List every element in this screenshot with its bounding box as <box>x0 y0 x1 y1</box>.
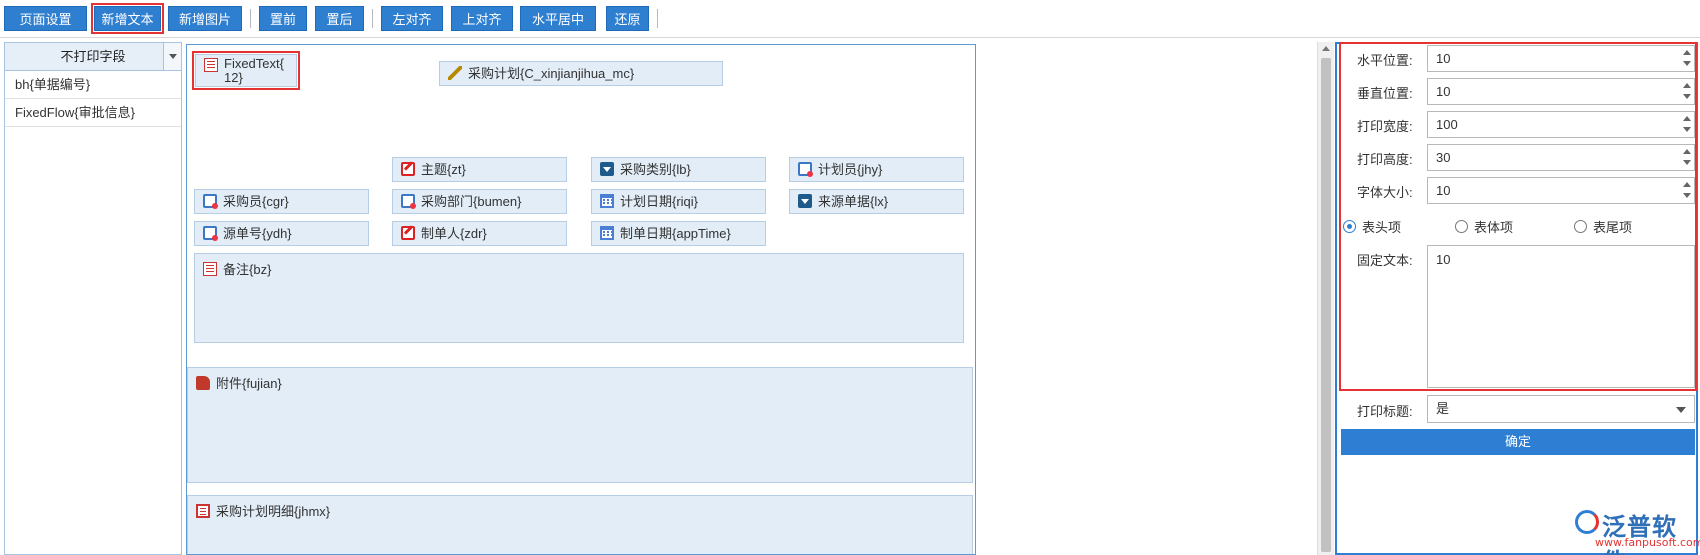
user-icon <box>203 194 218 209</box>
add-text-button[interactable]: 新增文本 <box>91 3 164 34</box>
list-item[interactable]: bh{单据编号} <box>5 71 181 99</box>
font-size-row: 字体大小: 10 <box>1341 176 1695 204</box>
font-size-input[interactable]: 10 <box>1427 177 1695 204</box>
toolbar: 页面设置 新增文本 新增图片 置前 置后 左对齐 上对齐 水平居中 还原 <box>0 0 1700 38</box>
v-position-row: 垂直位置: 10 <box>1341 77 1695 105</box>
print-width-input[interactable]: 100 <box>1427 111 1695 138</box>
field-subject[interactable]: 主题{zt} <box>392 157 567 182</box>
attachment-icon <box>196 376 210 390</box>
spinner-icon[interactable] <box>1682 148 1692 168</box>
calendar-icon <box>600 194 614 208</box>
field-planner[interactable]: 计划员{jhy} <box>789 157 964 182</box>
chevron-down-icon[interactable] <box>1676 407 1686 413</box>
dropdown-icon <box>600 162 614 176</box>
scrollbar-thumb[interactable] <box>1321 58 1331 552</box>
field-attachment[interactable]: 附件{fujian} <box>187 367 973 483</box>
spinner-icon[interactable] <box>1682 181 1692 201</box>
field-plan-name[interactable]: 采购计划{C_xinjianjihua_mc} <box>439 61 723 86</box>
list-icon <box>196 504 210 518</box>
user-icon <box>798 162 813 177</box>
v-position-input[interactable]: 10 <box>1427 78 1695 105</box>
radio-icon[interactable] <box>1455 220 1468 233</box>
field-remark[interactable]: 备注{bz} <box>194 253 964 343</box>
pen-icon <box>448 66 462 80</box>
radio-icon[interactable] <box>1574 220 1587 233</box>
logo-mark-icon <box>1575 510 1599 534</box>
align-top-button[interactable]: 上对齐 <box>451 6 513 31</box>
spinner-icon[interactable] <box>1682 115 1692 135</box>
radio-header[interactable]: 表头项 <box>1343 217 1401 236</box>
print-width-row: 打印宽度: 100 <box>1341 110 1695 138</box>
properties-group: 水平位置: 10 垂直位置: 10 打印宽度: 100 打印高度: 30 字体大… <box>1339 42 1697 391</box>
print-height-label: 打印高度: <box>1357 152 1413 167</box>
field-source[interactable]: 来源单据{lx} <box>789 189 964 214</box>
scroll-up-icon[interactable] <box>1322 46 1330 51</box>
field-source-no[interactable]: 源单号{ydh} <box>194 221 369 246</box>
field-plan-date[interactable]: 计划日期{riqi} <box>591 189 766 214</box>
text-icon <box>204 58 218 72</box>
field-create-date[interactable]: 制单日期{appTime} <box>591 221 766 246</box>
vertical-scrollbar[interactable] <box>1317 42 1334 555</box>
field-buyer[interactable]: 采购员{cgr} <box>194 189 369 214</box>
restore-button[interactable]: 还原 <box>606 6 649 31</box>
h-position-label: 水平位置: <box>1357 53 1413 68</box>
panel-header: 不打印字段 <box>5 43 181 71</box>
add-image-button[interactable]: 新增图片 <box>168 6 242 31</box>
user-icon <box>203 226 218 241</box>
toolbar-separator <box>250 9 251 28</box>
h-position-input[interactable]: 10 <box>1427 45 1695 72</box>
fixed-text-field[interactable]: FixedText{ 12} <box>192 51 300 90</box>
design-canvas[interactable]: FixedText{ 12} 采购计划{C_xinjianjihua_mc} 主… <box>186 44 976 555</box>
print-title-label: 打印标题: <box>1357 404 1413 419</box>
field-dept[interactable]: 采购部门{bumen} <box>392 189 567 214</box>
list-item[interactable]: FixedFlow{审批信息} <box>5 99 181 127</box>
panel-title: 不打印字段 <box>60 49 126 64</box>
send-back-button[interactable]: 置后 <box>315 6 364 31</box>
print-title-row: 打印标题: 是 <box>1341 395 1695 423</box>
radio-checked-icon[interactable] <box>1343 220 1356 233</box>
toolbar-separator <box>372 9 373 28</box>
logo-url: www.fanpusoft.com <box>1595 536 1700 549</box>
print-title-select[interactable]: 是 <box>1427 395 1695 423</box>
align-left-button[interactable]: 左对齐 <box>381 6 443 31</box>
chevron-down-icon[interactable] <box>163 43 181 70</box>
user-icon <box>401 194 416 209</box>
section-radio-group: 表头项 表体项 表尾项 <box>1341 214 1695 238</box>
spinner-icon[interactable] <box>1682 49 1692 69</box>
page-settings-button[interactable]: 页面设置 <box>4 6 87 31</box>
brand-logo: 泛普软件 www.fanpusoft.com <box>1575 508 1700 555</box>
font-size-label: 字体大小: <box>1357 185 1413 200</box>
toolbar-separator <box>657 9 658 28</box>
edit-icon <box>401 162 415 176</box>
fixed-text-textarea[interactable]: 10 <box>1427 245 1695 388</box>
edit-icon <box>401 226 415 240</box>
print-width-label: 打印宽度: <box>1357 119 1413 134</box>
radio-body[interactable]: 表体项 <box>1455 217 1513 236</box>
field-creator[interactable]: 制单人{zdr} <box>392 221 567 246</box>
bring-front-button[interactable]: 置前 <box>259 6 307 31</box>
confirm-button[interactable]: 确定 <box>1341 429 1695 455</box>
non-print-fields-panel: 不打印字段 bh{单据编号} FixedFlow{审批信息} <box>4 42 182 555</box>
calendar-icon <box>600 226 614 240</box>
text-icon <box>203 262 217 276</box>
fixed-text-label: 固定文本: <box>1357 253 1413 268</box>
dropdown-icon <box>798 194 812 208</box>
field-category[interactable]: 采购类别{lb} <box>591 157 766 182</box>
v-position-label: 垂直位置: <box>1357 86 1413 101</box>
center-horizontal-button[interactable]: 水平居中 <box>520 6 596 31</box>
print-height-row: 打印高度: 30 <box>1341 143 1695 171</box>
field-detail-table[interactable]: 采购计划明细{jhmx} <box>187 495 973 554</box>
spinner-icon[interactable] <box>1682 82 1692 102</box>
radio-footer[interactable]: 表尾项 <box>1574 217 1632 236</box>
print-height-input[interactable]: 30 <box>1427 144 1695 171</box>
h-position-row: 水平位置: 10 <box>1341 44 1695 72</box>
properties-panel: 水平位置: 10 垂直位置: 10 打印宽度: 100 打印高度: 30 字体大… <box>1335 42 1698 555</box>
